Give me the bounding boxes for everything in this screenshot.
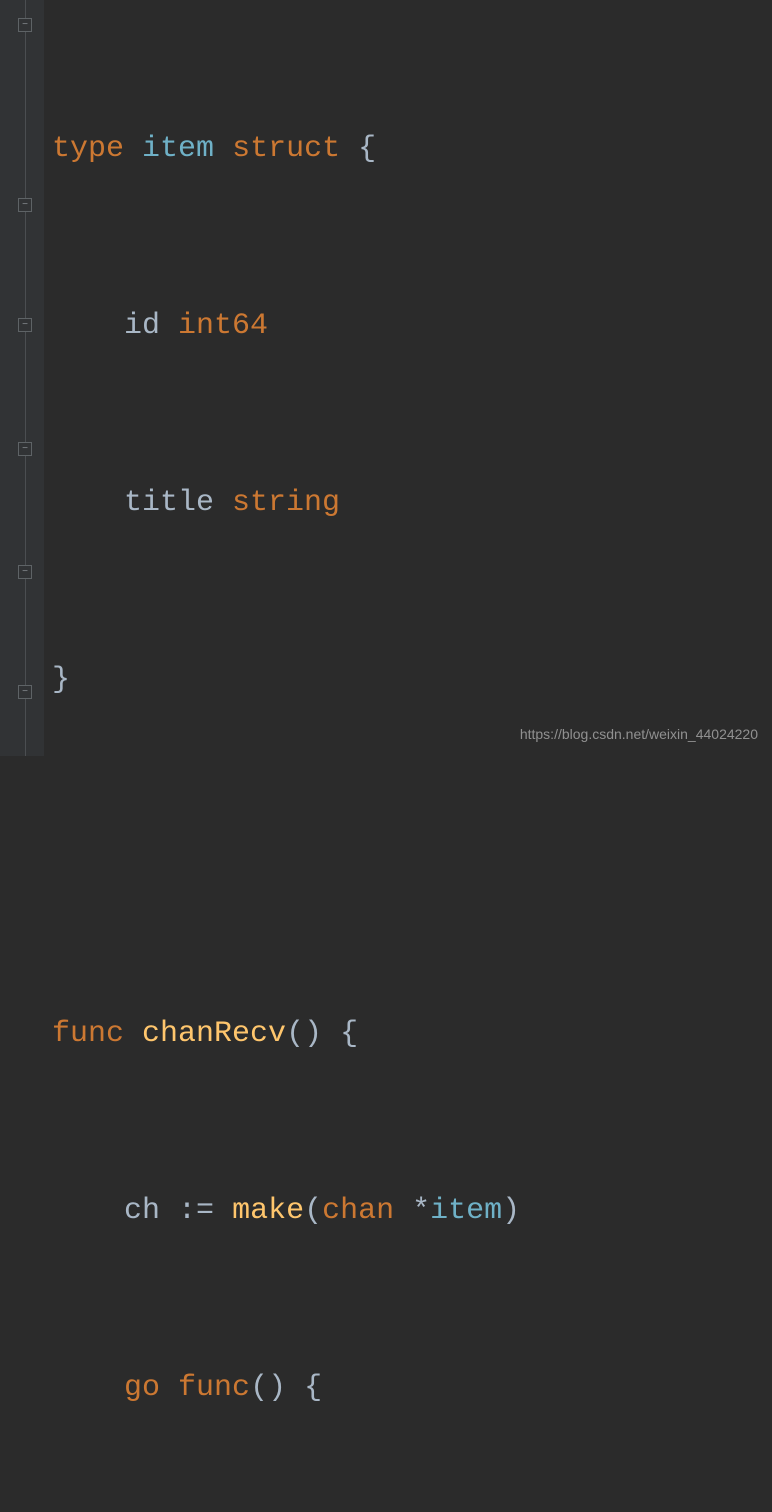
parens: () xyxy=(250,1359,286,1418)
keyword-type: type xyxy=(52,120,124,179)
field-name: id xyxy=(124,297,160,356)
code-line: title string xyxy=(52,473,520,533)
code-line xyxy=(52,827,520,887)
function-name: chanRecv xyxy=(142,1005,286,1064)
brace: } xyxy=(52,651,70,710)
type-ref: item xyxy=(430,1182,502,1241)
operator: * xyxy=(412,1182,430,1241)
brace: { xyxy=(358,120,376,179)
fold-marker-icon[interactable] xyxy=(18,198,32,212)
code-line: func chanRecv() { xyxy=(52,1004,520,1064)
field-name: title xyxy=(124,474,214,533)
watermark-text: https://blog.csdn.net/weixin_44024220 xyxy=(520,721,758,748)
operator: := xyxy=(178,1182,214,1241)
fold-marker-icon[interactable] xyxy=(18,18,32,32)
builtin-func: make xyxy=(232,1182,304,1241)
keyword-chan: chan xyxy=(322,1182,394,1241)
type-name: int64 xyxy=(178,297,268,356)
gutter xyxy=(0,0,44,756)
fold-marker-icon[interactable] xyxy=(18,685,32,699)
code-line: } xyxy=(52,650,520,710)
parens: () xyxy=(286,1005,322,1064)
fold-marker-icon[interactable] xyxy=(18,565,32,579)
code-line: ch := make(chan *item) xyxy=(52,1181,520,1241)
paren: ) xyxy=(502,1182,520,1241)
code-line: type item struct { xyxy=(52,119,520,179)
code-line: id int64 xyxy=(52,296,520,356)
type-name: item xyxy=(142,120,214,179)
keyword-func: func xyxy=(178,1359,250,1418)
keyword-go: go xyxy=(124,1359,160,1418)
fold-marker-icon[interactable] xyxy=(18,318,32,332)
type-name: string xyxy=(232,474,340,533)
paren: ( xyxy=(304,1182,322,1241)
fold-marker-icon[interactable] xyxy=(18,442,32,456)
variable: ch xyxy=(124,1182,160,1241)
code-editor[interactable]: type item struct { id int64 title string… xyxy=(0,0,772,756)
code-line: go func() { xyxy=(52,1358,520,1418)
keyword-struct: struct xyxy=(232,120,340,179)
code-content[interactable]: type item struct { id int64 title string… xyxy=(44,0,520,756)
brace: { xyxy=(340,1005,358,1064)
keyword-func: func xyxy=(52,1005,124,1064)
brace: { xyxy=(304,1359,322,1418)
